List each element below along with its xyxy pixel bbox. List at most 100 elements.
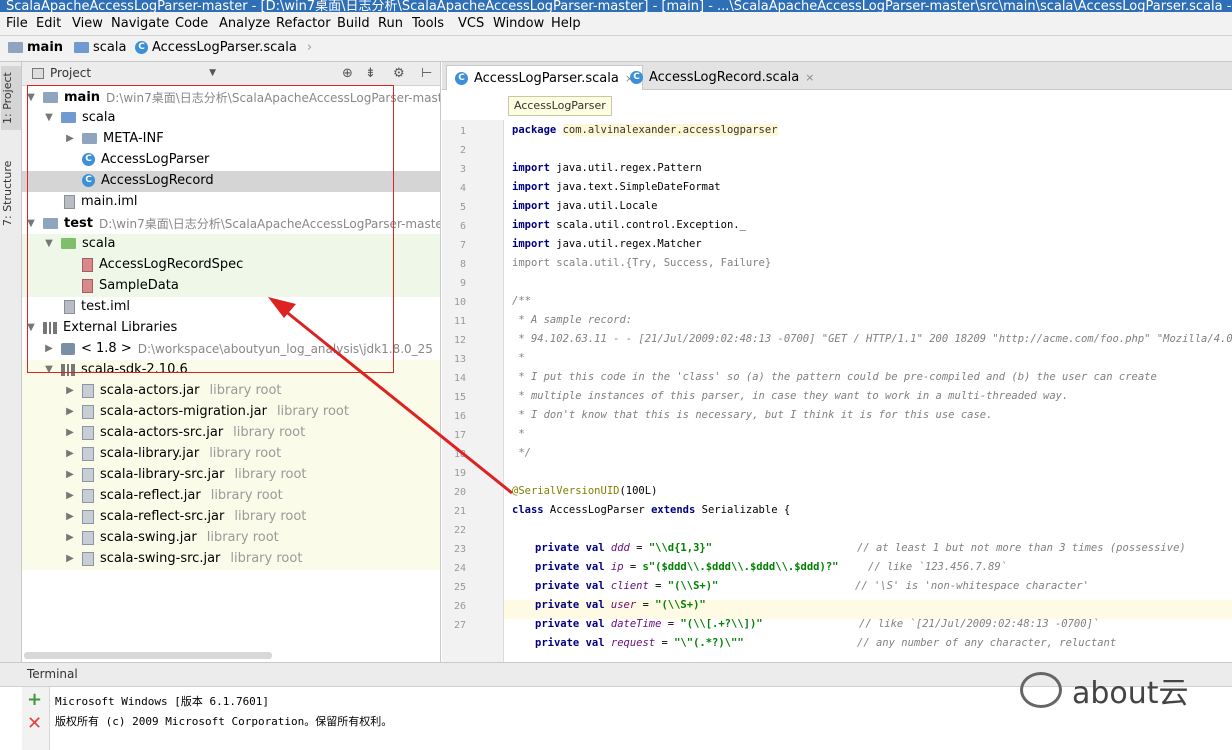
tree-item-jar[interactable]: ▶ scala-swing-src.jar library root [22,549,440,570]
menu-vcs[interactable]: VCS [458,16,484,31]
menu-tools[interactable]: Tools [412,16,444,31]
tree-item-jar[interactable]: ▶ scala-reflect.jar library root [22,486,440,507]
code-line[interactable]: private val dateTime = "(\\[.+?\\])" [535,618,763,630]
menu-edit[interactable]: Edit [36,16,61,31]
tree-item-jar[interactable]: ▶ scala-actors-src.jar library root [22,423,440,444]
menu-view[interactable]: View [72,16,103,31]
menu-analyze[interactable]: Analyze [219,16,270,31]
code-line[interactable]: * A sample record: [512,314,632,326]
gear-icon[interactable]: ⚙ [393,66,405,81]
line-number: 11 [453,316,466,327]
jar-icon [82,551,94,566]
code-line[interactable]: import java.util.regex.Pattern [512,162,702,174]
library-root-label: library root [233,425,306,440]
code-line[interactable]: class AccessLogParser extends Serializab… [512,504,790,516]
code-comment[interactable]: // like `[21/Jul/2009:02:48:13 -0700]` [859,618,1099,630]
line-number: 21 [453,506,466,517]
terminal-output-line: Microsoft Windows [版本 6.1.7601] [55,695,270,708]
menu-refactor[interactable]: Refactor [276,16,331,31]
watermark: about云 [1020,668,1189,712]
tool-tab-project[interactable]: 1: Project [1,66,21,130]
collapse-arrow-icon[interactable]: ▶ [64,532,76,543]
new-session-icon[interactable]: + [27,689,42,710]
tree-item-jar[interactable]: ▶ scala-library-src.jar library root [22,465,440,486]
code-line[interactable]: package com.alvinalexander.accesslogpars… [512,124,778,136]
tab-accesslogrecord[interactable]: C AccessLogRecord.scala × [622,65,822,90]
jar-icon [82,404,94,419]
menu-help[interactable]: Help [551,16,581,31]
code-comment[interactable]: // like `123.456.7.89` [868,561,1007,573]
line-number: 27 [453,620,466,631]
close-session-icon[interactable]: ✕ [27,713,42,734]
code-line[interactable]: * [512,352,524,364]
line-number: 12 [453,335,466,346]
code-line[interactable]: * I put this code in the 'class' so (a) … [512,371,1156,383]
code-line[interactable]: * [512,428,524,440]
tab-accesslogparser[interactable]: C AccessLogParser.scala × [446,65,644,90]
code-line[interactable]: private val request = "\"(.*?)\"" [535,637,744,649]
code-line[interactable]: * I don't know that this is necessary, b… [512,409,992,421]
breadcrumb: main › scala › C AccessLogParser.scala › [0,36,1232,62]
horizontal-scrollbar[interactable] [24,652,272,659]
code-line[interactable]: import scala.util.{Try, Success, Failure… [512,257,771,269]
collapse-arrow-icon[interactable]: ▶ [64,448,76,459]
jar-icon [82,488,94,503]
code-line[interactable]: import scala.util.control.Exception._ [512,219,746,231]
menu-navigate[interactable]: Navigate [111,16,169,31]
code-comment[interactable]: // '\S' is 'non-whitespace character' [855,580,1089,592]
code-line[interactable]: import java.util.Locale [512,200,657,212]
menu-file[interactable]: File [6,16,28,31]
tree-item-jar[interactable]: ▶ scala-actors.jar library root [22,381,440,402]
locate-icon[interactable]: ⊕ [342,66,353,81]
tree-item-jar[interactable]: ▶ scala-reflect-src.jar library root [22,507,440,528]
collapse-arrow-icon[interactable]: ▶ [64,427,76,438]
collapse-arrow-icon[interactable]: ▶ [64,469,76,480]
collapse-arrow-icon[interactable]: ▶ [64,490,76,501]
breadcrumb-item-main[interactable]: main › [8,40,78,55]
menu-window[interactable]: Window [493,16,544,31]
code-comment[interactable]: // any number of any character, reluctan… [857,637,1116,649]
hide-icon[interactable]: ⊢ [421,66,432,81]
breadcrumb-item-scala[interactable]: scala › [74,40,142,55]
library-root-label: library root [209,446,282,461]
collapse-arrow-icon[interactable]: ▶ [64,511,76,522]
collapse-arrow-icon[interactable]: ▶ [64,385,76,396]
code-line[interactable]: import java.text.SimpleDateFormat [512,181,721,193]
line-number: 19 [453,468,466,479]
tab-label: AccessLogRecord.scala [649,70,800,85]
library-root-label: library root [276,404,349,419]
line-number: 23 [453,544,466,555]
scala-class-icon: C [135,41,148,54]
source-folder-icon [74,42,89,53]
collapse-arrow-icon[interactable]: ▶ [64,406,76,417]
jar-icon [82,383,94,398]
code-line[interactable]: */ [512,447,531,459]
line-number: 17 [453,430,466,441]
code-line[interactable]: private val ip = s"($ddd\\.$ddd\\.$ddd\\… [535,561,838,573]
close-icon[interactable]: × [805,71,814,84]
menu-run[interactable]: Run [378,16,403,31]
breadcrumb-item-file[interactable]: C AccessLogParser.scala › [135,40,312,55]
tree-item-jar[interactable]: ▶ scala-actors-migration.jar library root [22,402,440,423]
library-root-label: library root [209,383,282,398]
code-line[interactable]: private val client = "(\\S+)" [535,580,718,592]
code-line[interactable]: /** [512,295,531,307]
code-line[interactable]: import java.util.regex.Matcher [512,238,702,250]
code-comment[interactable]: // at least 1 but not more than 3 times … [857,542,1186,554]
code-line[interactable]: private val user = "(\\S+)" [535,599,706,611]
jar-icon [82,467,94,482]
code-line[interactable]: @SerialVersionUID(100L) [512,485,657,497]
collapse-arrow-icon[interactable]: ▶ [64,553,76,564]
code-line[interactable]: private val ddd = "\\d{1,3}" [535,542,712,554]
collapse-icon[interactable]: ⇟ [365,66,376,81]
code-line[interactable]: * 94.102.63.11 - - [21/Jul/2009:02:48:13… [512,333,1232,345]
tree-item-jar[interactable]: ▶ scala-swing.jar library root [22,528,440,549]
code-line[interactable]: * multiple instances of this parser, in … [512,390,1068,402]
dropdown-icon[interactable]: ▼ [209,68,216,78]
tool-tab-structure[interactable]: 7: Structure [1,154,21,232]
menu-code[interactable]: Code [175,16,208,31]
tree-item-jar[interactable]: ▶ scala-library.jar library root [22,444,440,465]
editor-breadcrumb-tip[interactable]: AccessLogParser [508,96,612,116]
menu-build[interactable]: Build [337,16,370,31]
menu-bar: File Edit View Navigate Code Analyze Ref… [0,12,1232,36]
